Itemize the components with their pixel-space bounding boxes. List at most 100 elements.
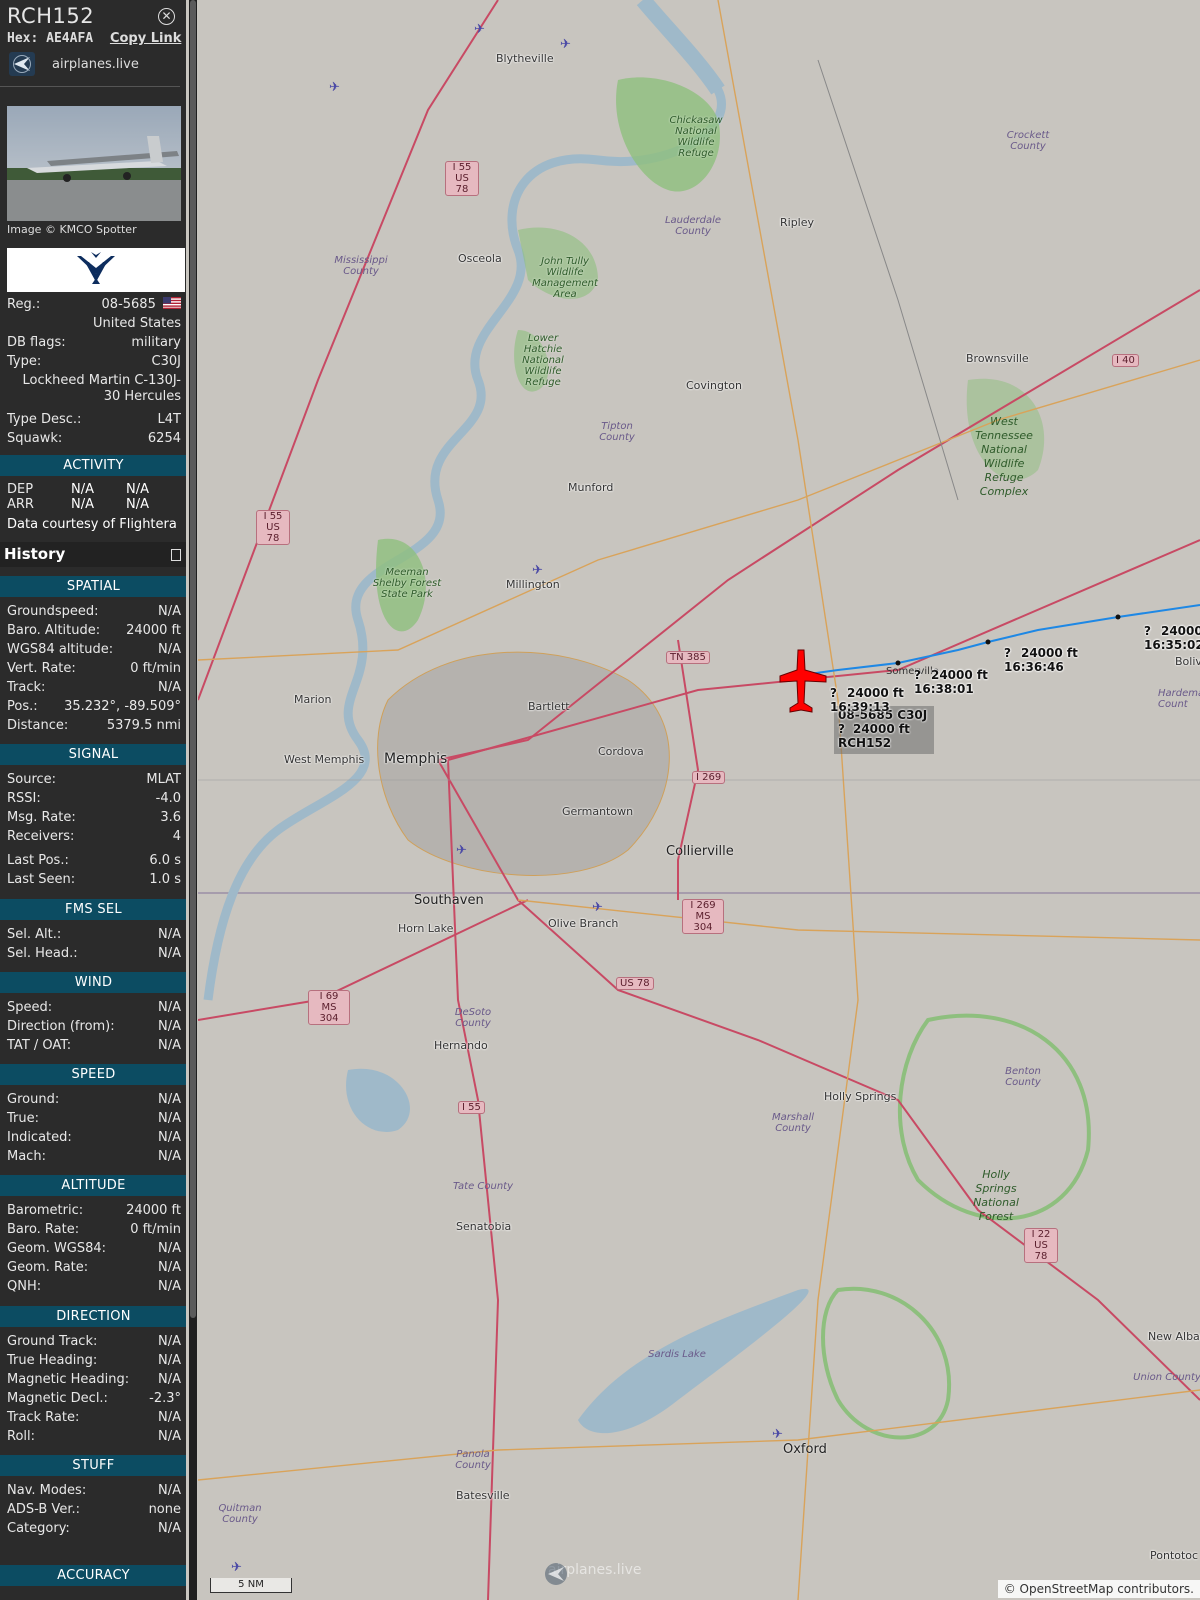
county-label: Crockett County xyxy=(1006,130,1050,152)
speed-row-label: True: xyxy=(7,1111,39,1126)
altitude-row-value: N/A xyxy=(158,1260,181,1275)
track-point-unknown: ? xyxy=(1144,624,1151,638)
highway-shield: I 55 US 78 xyxy=(256,510,290,545)
flightera-link[interactable]: Flightera xyxy=(119,517,177,532)
history-toggle[interactable]: History xyxy=(0,542,186,567)
dep-value-2: N/A xyxy=(126,482,149,497)
airport-icon[interactable]: ✈ xyxy=(592,900,603,915)
osm-link[interactable]: OpenStreetMap xyxy=(1020,1582,1114,1596)
aircraft-label-alt-row: ? 24000 ft xyxy=(838,722,934,736)
track-point-time: 16:38:01 xyxy=(914,682,974,696)
place-label: Southaven xyxy=(414,893,484,908)
copy-link-button[interactable]: Copy Link xyxy=(110,31,181,46)
track-point-label: ? 24000 ft 16:36:46 xyxy=(1004,646,1078,674)
speed-row-label: Mach: xyxy=(7,1149,46,1164)
wind-row-value: N/A xyxy=(158,1000,181,1015)
reg-label: Reg.: xyxy=(7,297,41,312)
place-label: Holly Springs xyxy=(824,1090,897,1103)
hex-value: AE4AFA xyxy=(46,31,94,46)
map-view[interactable]: ✈ ✈ ✈ ✈ ✈ ✈ ✈ ✈ Blytheville Osceola Ripley… xyxy=(198,0,1200,1600)
place-label: Munford xyxy=(568,481,614,494)
checkbox-icon[interactable] xyxy=(171,549,181,561)
place-label: Blytheville xyxy=(496,52,554,65)
fms-row-value: N/A xyxy=(158,946,181,961)
airport-icon[interactable]: ✈ xyxy=(456,843,467,858)
airport-icon[interactable]: ✈ xyxy=(329,80,340,95)
wind-row-label: Speed: xyxy=(7,1000,53,1015)
park-label: Chickasaw National Wildlife Refuge xyxy=(669,115,723,159)
altitude-row-label: Geom. Rate: xyxy=(7,1260,89,1275)
history-label: History xyxy=(4,545,66,563)
place-label: Brownsville xyxy=(966,352,1029,365)
place-label: Ripley xyxy=(780,216,815,229)
place-label: Bartlett xyxy=(528,700,570,713)
scrollbar-thumb[interactable] xyxy=(190,0,196,1318)
spatial-row-label: Vert. Rate: xyxy=(7,661,76,676)
track-point-label: ? 24000 ft 16:39:13 xyxy=(830,686,904,714)
map-watermark: airplanes.live xyxy=(544,1562,642,1585)
divider xyxy=(0,86,180,87)
county-label: Sardis Lake xyxy=(648,1349,706,1360)
operator-logo xyxy=(7,248,185,292)
altitude-row-value: N/A xyxy=(158,1241,181,1256)
place-label: Olive Branch xyxy=(548,917,619,930)
airplanes-live-watermark-icon xyxy=(545,1563,567,1585)
speed-row-value: N/A xyxy=(158,1149,181,1164)
place-label: Osceola xyxy=(458,252,502,265)
airport-icon[interactable]: ✈ xyxy=(474,22,485,37)
park-label: Lower Hatchie National Wildlife Refuge xyxy=(522,333,564,388)
county-label: Tate County xyxy=(452,1181,514,1192)
county-label: Mississippi County xyxy=(334,255,388,277)
direction-row-value: N/A xyxy=(158,1334,181,1349)
highway-shield: I 40 xyxy=(1112,354,1139,367)
speed-row-label: Indicated: xyxy=(7,1130,72,1145)
county-label: Quitman County xyxy=(218,1503,262,1525)
speed-row-label: Ground: xyxy=(7,1092,60,1107)
spatial-row-value: 5379.5 nmi xyxy=(106,718,181,733)
signal-row-value: -4.0 xyxy=(155,791,181,806)
park-label: John Tully Wildlife Management Area xyxy=(532,256,598,300)
site-link[interactable]: airplanes.live xyxy=(9,51,139,77)
reg-value: 08-5685 xyxy=(102,297,181,313)
fms-row-label: Sel. Head.: xyxy=(7,946,78,961)
aircraft-label-unknown: ? xyxy=(838,722,845,736)
place-label: Pontotoc xyxy=(1150,1549,1199,1562)
track-point-time: 16:39:13 xyxy=(830,700,890,714)
map-scale-bar: 5 NM xyxy=(210,1578,292,1593)
typedesc-label: Type Desc.: xyxy=(7,412,82,427)
speed-row-value: N/A xyxy=(158,1092,181,1107)
airport-icon[interactable]: ✈ xyxy=(532,563,543,578)
country-value: United States xyxy=(92,316,181,331)
close-icon[interactable]: ✕ xyxy=(158,8,175,25)
wind-row-label: Direction (from): xyxy=(7,1019,115,1034)
aircraft-marker[interactable] xyxy=(778,648,828,716)
squawk-label: Squawk: xyxy=(7,431,63,446)
altitude-row-label: Geom. WGS84: xyxy=(7,1241,107,1256)
track-point-unknown: ? xyxy=(914,668,921,682)
airport-icon[interactable]: ✈ xyxy=(560,37,571,52)
aircraft-photo[interactable] xyxy=(7,106,181,221)
highway-shield: I 269 MS 304 xyxy=(682,899,724,934)
airport-icon[interactable]: ✈ xyxy=(772,1427,783,1442)
county-label: Union County xyxy=(1133,1372,1200,1383)
sidebar-scrollbar[interactable] xyxy=(189,0,197,1600)
airport-icon[interactable]: ✈ xyxy=(231,1560,242,1575)
park-label: Meeman Shelby Forest State Park xyxy=(372,567,442,600)
us-air-force-icon xyxy=(77,252,115,284)
direction-row-label: True Heading: xyxy=(7,1353,98,1368)
place-label: Horn Lake xyxy=(398,922,454,935)
track-point-alt: 24000 ft xyxy=(1020,646,1078,660)
map-canvas[interactable] xyxy=(198,0,1200,1600)
spatial-row-value: 0 ft/min xyxy=(130,661,181,676)
section-header-wind: WIND xyxy=(0,972,186,993)
county-label: Tipton County xyxy=(599,421,635,443)
direction-row-label: Magnetic Heading: xyxy=(7,1372,130,1387)
wind-row-value: N/A xyxy=(158,1019,181,1034)
us-flag-icon xyxy=(163,297,181,309)
place-label: West Memphis xyxy=(284,753,365,766)
spatial-row-label: Track: xyxy=(7,680,46,695)
spatial-row-label: Distance: xyxy=(7,718,69,733)
county-label: Benton County xyxy=(1005,1066,1041,1088)
aircraft-label-callsign: RCH152 xyxy=(838,736,892,750)
type-full-row: Lockheed Martin C-130J-30 Hercules xyxy=(7,373,181,405)
